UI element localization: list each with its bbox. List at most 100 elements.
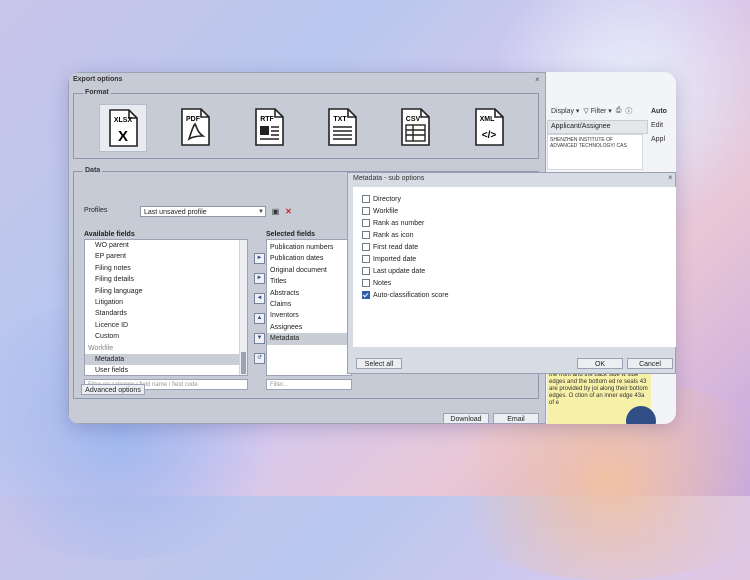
select-all-button[interactable]: Select all: [356, 358, 402, 369]
list-item[interactable]: Abstracts: [267, 288, 351, 299]
list-item[interactable]: Filing notes: [85, 263, 247, 274]
filter-menu[interactable]: ▽ Filter ▾: [583, 107, 611, 115]
option-notes[interactable]: Notes: [362, 279, 391, 287]
list-item[interactable]: Filing details: [85, 274, 247, 285]
advanced-options-button[interactable]: Advanced options: [81, 384, 145, 395]
reset-button[interactable]: ↺: [254, 353, 265, 364]
option-auto-classification-score[interactable]: Auto-classification score: [362, 291, 448, 299]
option-label: First read date: [373, 243, 419, 251]
option-label: Imported date: [373, 255, 417, 263]
profile-select[interactable]: Last unsaved profile ▼: [140, 206, 266, 217]
column-header-applicant[interactable]: Applicant/Assignee: [547, 120, 648, 134]
right-col-edit[interactable]: Edit: [651, 122, 676, 129]
list-item[interactable]: Claims: [267, 299, 351, 310]
format-rtf[interactable]: RTF: [246, 104, 292, 150]
txt-file-icon: TXT: [328, 108, 357, 146]
list-item[interactable]: Publication dates: [267, 253, 351, 264]
checkbox[interactable]: [362, 231, 370, 239]
txt-label: TXT: [333, 116, 347, 123]
list-item[interactable]: WO parent: [85, 240, 247, 251]
option-first-read-date[interactable]: First read date: [362, 243, 418, 251]
xlsx-file-icon: XLSX X: [109, 109, 138, 147]
pdf-label: PDF: [186, 116, 201, 123]
screenshot-card: Display ▾ ▽ Filter ▾ ⎙ ⓘ Applicant/Assig…: [68, 72, 676, 424]
filter-icon: ▽: [583, 108, 589, 115]
add-field-button[interactable]: ►: [254, 273, 265, 284]
list-item[interactable]: User fields: [85, 365, 247, 375]
list-item[interactable]: Publication numbers: [267, 242, 351, 253]
background-right-column: Auto Edit Appl: [651, 108, 676, 150]
checkbox[interactable]: [362, 267, 370, 275]
list-item[interactable]: Inventors: [267, 310, 351, 321]
profiles-label: Profiles: [84, 207, 108, 214]
add-field-button[interactable]: ►: [254, 253, 265, 264]
list-item[interactable]: Filing language: [85, 286, 247, 297]
option-directory[interactable]: Directory: [362, 195, 401, 203]
format-group-label: Format: [83, 89, 111, 96]
move-down-button[interactable]: ▼: [254, 333, 265, 344]
checkbox[interactable]: [362, 279, 370, 287]
checkbox[interactable]: [362, 207, 370, 215]
pdf-file-icon: PDF: [181, 108, 210, 146]
list-item[interactable]: Standards: [85, 308, 247, 319]
option-label: Directory: [373, 195, 402, 203]
close-icon[interactable]: ×: [668, 173, 673, 182]
list-item[interactable]: Metadata: [267, 333, 351, 345]
download-button[interactable]: Download: [443, 413, 489, 424]
cancel-button[interactable]: Cancel: [627, 358, 673, 369]
save-icon[interactable]: ▣: [270, 206, 281, 217]
scrollbar[interactable]: [239, 240, 247, 375]
option-imported-date[interactable]: Imported date: [362, 255, 416, 263]
option-workfile[interactable]: Workfile: [362, 207, 398, 215]
list-item[interactable]: Original document: [267, 265, 351, 276]
rtf-file-icon: RTF: [255, 108, 284, 146]
options-panel: Directory Workfile Rank as number Rank a…: [353, 187, 676, 347]
option-rank-as-number[interactable]: Rank as number: [362, 219, 424, 227]
right-col-header: Auto: [651, 108, 667, 115]
list-item[interactable]: EP parent: [85, 251, 247, 262]
checkbox[interactable]: [362, 219, 370, 227]
checkbox[interactable]: [362, 255, 370, 263]
display-menu[interactable]: Display ▾: [551, 107, 579, 115]
list-item[interactable]: Litigation: [85, 297, 247, 308]
available-fields-list[interactable]: WO parent EP parent Filing notes Filing …: [84, 239, 248, 376]
close-icon[interactable]: ×: [535, 75, 540, 84]
format-xml[interactable]: XML </>: [466, 104, 512, 150]
background-toolbar: Display ▾ ▽ Filter ▾ ⎙ ⓘ: [551, 106, 632, 116]
checkbox-checked[interactable]: [362, 291, 370, 299]
checkbox[interactable]: [362, 243, 370, 251]
option-last-update-date[interactable]: Last update date: [362, 267, 425, 275]
format-txt[interactable]: TXT: [319, 104, 365, 150]
selected-fields-list[interactable]: Publication numbers Publication dates Or…: [266, 239, 352, 376]
xml-file-icon: XML </>: [475, 108, 504, 146]
applicant-cell: SHENZHEN INSTITUTE OF ADVANCED TECHNOLOG…: [547, 134, 643, 170]
option-label: Workfile: [373, 207, 399, 215]
chevron-down-icon: ▼: [258, 209, 264, 215]
scrollbar-thumb[interactable]: [241, 352, 246, 374]
chat-bubble-icon[interactable]: [626, 406, 656, 424]
move-up-button[interactable]: ▲: [254, 313, 265, 324]
list-item[interactable]: Metadata: [85, 353, 247, 366]
format-pdf[interactable]: PDF: [172, 104, 218, 150]
list-item[interactable]: Licence ID: [85, 320, 247, 331]
option-rank-as-icon[interactable]: Rank as icon: [362, 231, 413, 239]
selected-filter-input[interactable]: Filter...: [266, 379, 352, 390]
email-button[interactable]: Email: [493, 413, 539, 424]
list-item[interactable]: Custom: [85, 331, 247, 342]
remove-field-button[interactable]: ◄: [254, 293, 265, 304]
print-icon[interactable]: ⎙: [616, 107, 622, 115]
option-label: Last update date: [373, 267, 426, 275]
option-label: Rank as icon: [373, 231, 414, 239]
list-item[interactable]: Titles: [267, 276, 351, 287]
checkbox[interactable]: [362, 195, 370, 203]
delete-icon[interactable]: ✕: [283, 206, 294, 217]
selected-fields-header: Selected fields: [266, 231, 316, 238]
format-csv[interactable]: CSV: [392, 104, 438, 150]
ok-button[interactable]: OK: [577, 358, 623, 369]
format-group: Format XLSX X PDF RTF TXT CSV XML </>: [73, 89, 539, 159]
format-xlsx[interactable]: XLSX X: [99, 104, 147, 152]
list-item[interactable]: Assignees: [267, 322, 351, 333]
csv-file-icon: CSV: [401, 108, 430, 146]
help-icon[interactable]: ⓘ: [625, 106, 632, 116]
xlsx-label: XLSX: [114, 117, 133, 124]
